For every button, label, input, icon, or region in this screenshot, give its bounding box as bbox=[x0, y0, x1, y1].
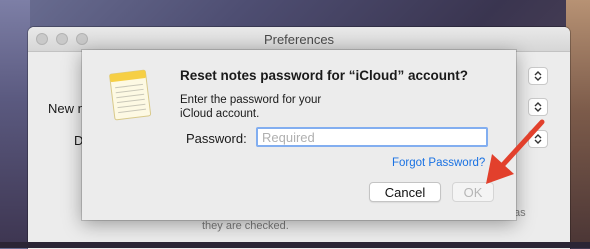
window-title: Preferences bbox=[263, 32, 335, 47]
password-input[interactable] bbox=[256, 127, 488, 147]
popup-button-2[interactable] bbox=[528, 98, 548, 116]
chevron-updown-icon bbox=[534, 102, 542, 112]
desktop-bottom-edge bbox=[0, 242, 590, 248]
dialog-message-line-2: iCloud account. bbox=[180, 108, 260, 120]
dialog-message: Enter the password for your iCloud accou… bbox=[180, 93, 321, 121]
description-fragment-right: as bbox=[514, 207, 526, 219]
chevron-updown-icon bbox=[534, 71, 542, 81]
new-label: New n bbox=[48, 101, 85, 116]
dialog-message-line-1: Enter the password for your bbox=[180, 94, 322, 106]
forgot-password-link[interactable]: Forgot Password? bbox=[392, 157, 485, 169]
window-titlebar: Preferences bbox=[28, 27, 570, 52]
red-arrow-icon bbox=[486, 119, 545, 184]
description-fragment: they are checked. bbox=[202, 220, 289, 232]
password-label: Password: bbox=[186, 131, 247, 146]
desktop-wallpaper-left bbox=[0, 0, 30, 248]
popup-button-1[interactable] bbox=[528, 67, 548, 85]
dialog-title: Reset notes password for “iCloud” accoun… bbox=[180, 68, 469, 83]
cancel-button[interactable]: Cancel bbox=[369, 182, 441, 202]
reset-password-dialog: Reset notes password for “iCloud” accoun… bbox=[82, 50, 516, 220]
notes-icon bbox=[109, 69, 152, 121]
